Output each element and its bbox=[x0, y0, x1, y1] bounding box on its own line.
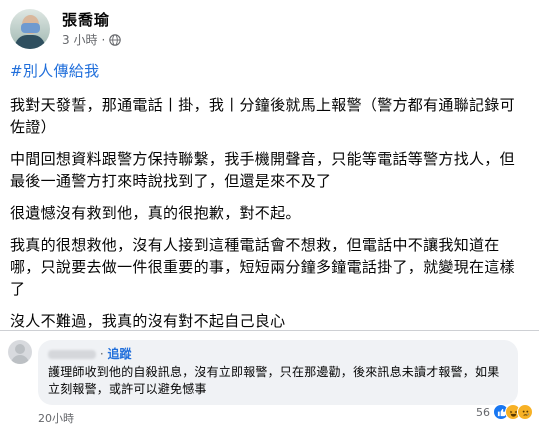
post-paragraph-1: 我對天發誓，那通電話丨掛，我丨分鐘後就馬上報警（警方都有通聯記錄可佐證） bbox=[10, 96, 515, 136]
post-body: #別人傳給我 我對天發誓，那通電話丨掛，我丨分鐘後就馬上報警（警方都有通聯記錄可… bbox=[10, 60, 530, 342]
commenter-separator: · bbox=[99, 347, 104, 361]
commenter-name-redacted[interactable] bbox=[48, 350, 96, 359]
comment-bubble: · 追蹤 護理師收到他的自殺訊息，沒有立即報警，只在那邊勸，後來訊息未讀才報警，… bbox=[38, 340, 518, 405]
post-time[interactable]: 3 小時 bbox=[62, 32, 97, 48]
author-name[interactable]: 張喬瑜 bbox=[62, 10, 121, 30]
commenter-line: · 追蹤 bbox=[48, 346, 508, 362]
hashtag-link[interactable]: #別人傳給我 bbox=[10, 60, 530, 82]
comment-time[interactable]: 20小時 bbox=[38, 410, 74, 426]
post-meta: 3 小時 · bbox=[62, 32, 122, 48]
reaction-count: 56 bbox=[476, 405, 490, 419]
comment-footer: 20小時 bbox=[38, 410, 74, 426]
post-paragraph-5: 沒人不難過，我真的沒有對不起自己良心 bbox=[10, 312, 286, 330]
post-paragraph-2: 中間回想資料跟警方保持聯繫，我手機開聲音，只能等電話等警方找人，但最後一通警方打… bbox=[10, 150, 515, 190]
commenter-avatar[interactable] bbox=[8, 340, 32, 364]
author-avatar[interactable] bbox=[10, 9, 50, 49]
post-header: 張喬瑜 3 小時 · bbox=[10, 6, 122, 52]
header-text: 張喬瑜 3 小時 · bbox=[62, 10, 122, 48]
post-paragraph-3: 很遺憾沒有救到他，真的很抱歉，對不起。 bbox=[10, 204, 301, 222]
comments-divider bbox=[0, 330, 539, 331]
meta-dot: · bbox=[101, 33, 106, 47]
comment-reactions[interactable]: 56 bbox=[476, 404, 533, 420]
comment-text: 護理師收到他的自殺訊息，沒有立即報警，只在那邊勸，後來訊息未讀才報警，如果立刻報… bbox=[48, 365, 500, 396]
post-paragraph-4: 我真的很想救他，沒有人接到這種電話會不想救，但電話中不讓我知道在哪，只說要去做一… bbox=[10, 236, 515, 298]
globe-icon bbox=[109, 34, 122, 46]
sad-icon bbox=[517, 404, 533, 420]
follow-link[interactable]: 追蹤 bbox=[107, 347, 131, 361]
